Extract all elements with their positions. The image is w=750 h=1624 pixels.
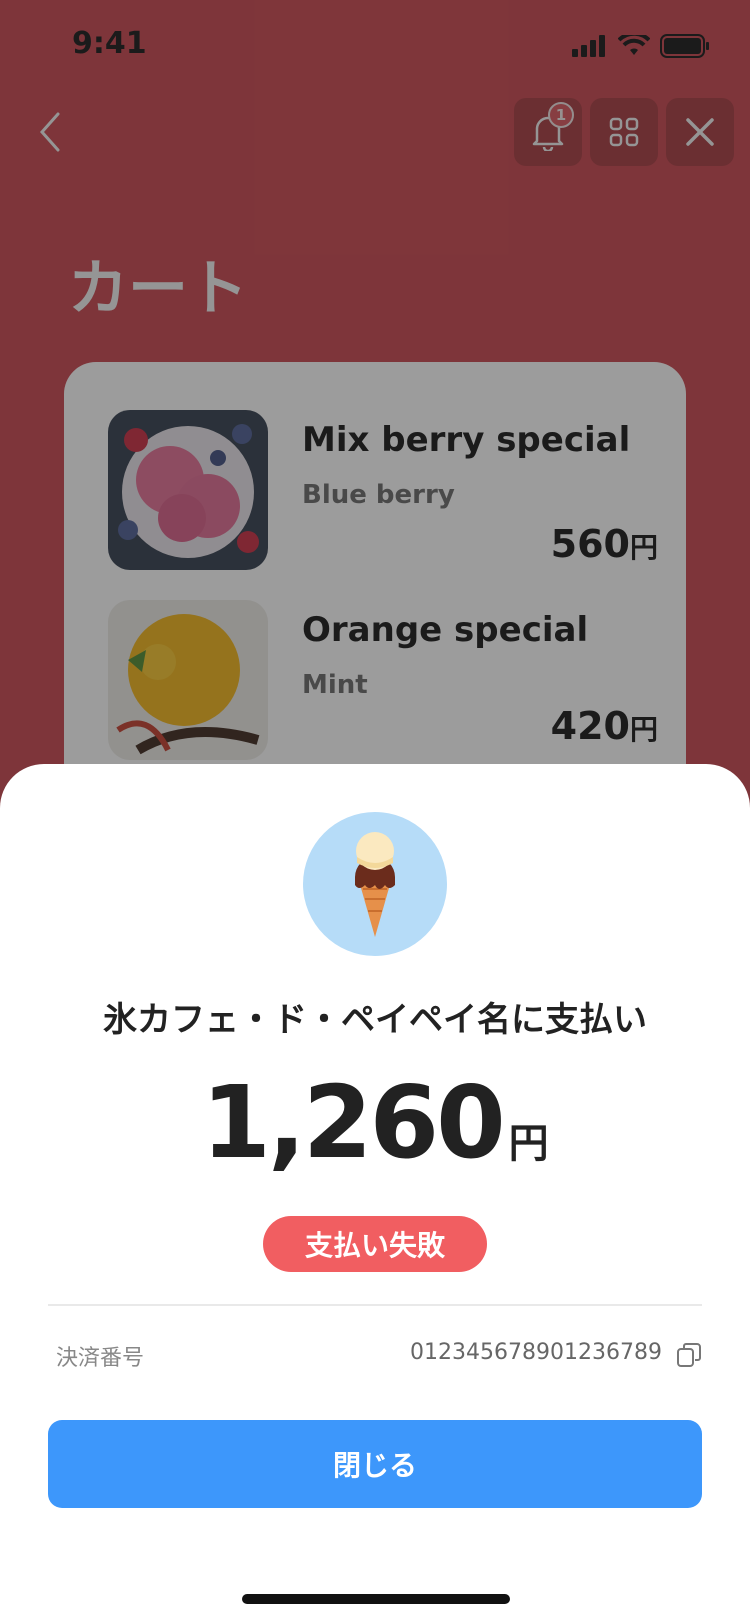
payment-amount-currency: 円 [508, 1121, 549, 1167]
copy-icon [677, 1343, 701, 1367]
transaction-number: 012345678901236789 [410, 1340, 662, 1365]
copy-button[interactable] [676, 1342, 702, 1368]
ice-cream-cone-icon [355, 832, 395, 937]
payment-result-sheet: 氷カフェ・ド・ペイペイ名に支払い 1,260 円 支払い失敗 決済番号 01234… [0, 764, 750, 1624]
merchant-avatar [303, 812, 447, 956]
status-badge: 支払い失敗 [263, 1216, 487, 1272]
close-button[interactable]: 閉じる [48, 1420, 702, 1508]
payment-merchant-line: 氷カフェ・ド・ペイペイ名に支払い [103, 1000, 647, 1040]
payment-amount: 1,260 円 [0, 1064, 750, 1181]
divider [48, 1304, 702, 1306]
transaction-label: 決済番号 [56, 1346, 145, 1371]
payment-amount-value: 1,260 [201, 1064, 505, 1181]
home-indicator [242, 1594, 510, 1604]
